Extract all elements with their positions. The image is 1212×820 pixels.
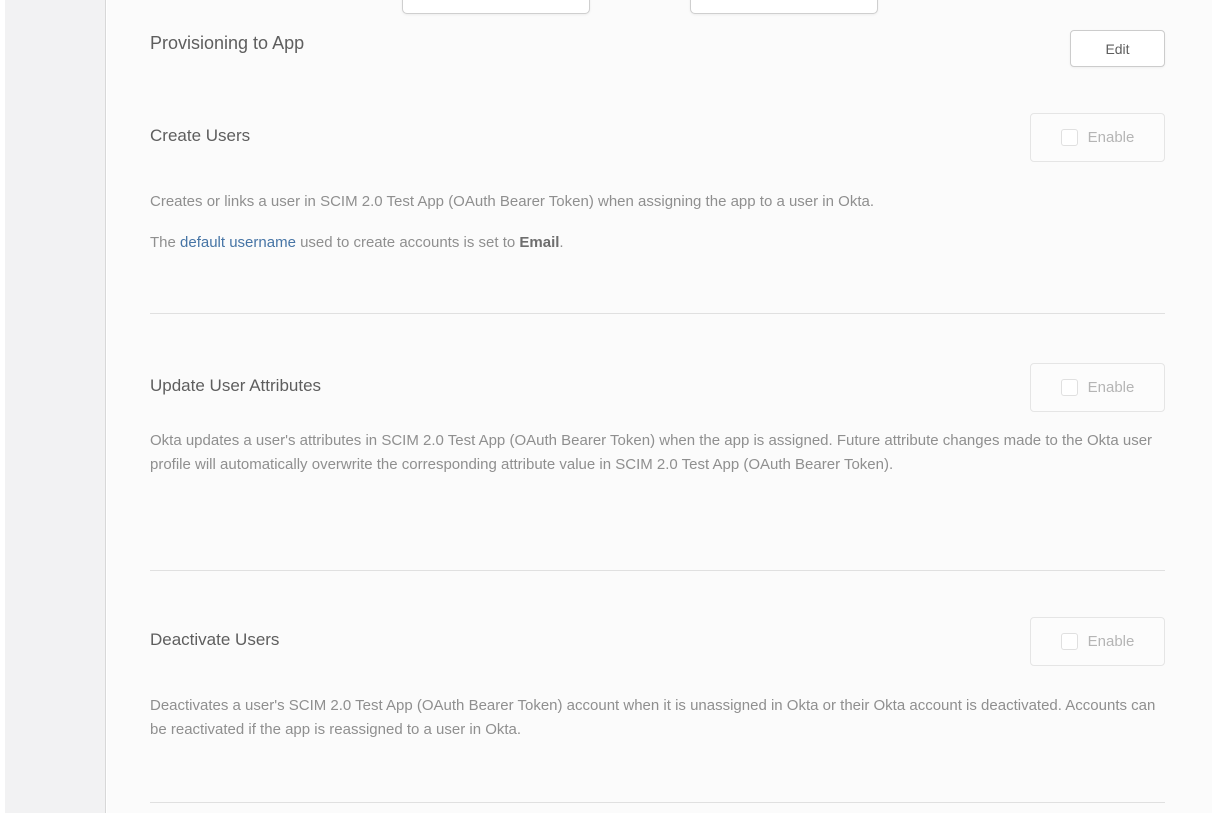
update-user-attributes-description: Okta updates a user's attributes in SCIM…	[150, 429, 1165, 477]
provisioning-panel: Provisioning to App Edit Create Users En…	[107, 0, 1212, 813]
cutoff-field-right[interactable]	[690, 0, 878, 14]
note-middle: used to create accounts is set to	[296, 234, 519, 251]
enable-toggle-update-user-attributes[interactable]: Enable	[1030, 363, 1165, 412]
enable-checkbox[interactable]	[1061, 129, 1078, 146]
default-username-link[interactable]: default username	[180, 234, 296, 251]
note-suffix: .	[559, 234, 563, 251]
enable-label: Enable	[1088, 633, 1135, 650]
section-title-create-users: Create Users	[150, 126, 250, 146]
default-username-note: The default username used to create acco…	[150, 231, 1165, 255]
deactivate-users-description: Deactivates a user's SCIM 2.0 Test App (…	[150, 694, 1165, 742]
create-users-description: Creates or links a user in SCIM 2.0 Test…	[150, 190, 1165, 214]
description-text: Okta updates a user's attributes in SCIM…	[150, 432, 1152, 473]
enable-label: Enable	[1088, 129, 1135, 146]
description-text: Creates or links a user in SCIM 2.0 Test…	[150, 193, 874, 210]
cutoff-field-left[interactable]	[402, 0, 590, 14]
enable-toggle-create-users[interactable]: Enable	[1030, 113, 1165, 162]
enable-label: Enable	[1088, 379, 1135, 396]
page-title: Provisioning to App	[150, 33, 304, 54]
divider	[150, 313, 1165, 314]
enable-toggle-deactivate-users[interactable]: Enable	[1030, 617, 1165, 666]
left-sidebar	[5, 0, 106, 813]
enable-checkbox[interactable]	[1061, 633, 1078, 650]
description-text: Deactivates a user's SCIM 2.0 Test App (…	[150, 697, 1155, 738]
edit-button[interactable]: Edit	[1070, 30, 1165, 67]
note-prefix: The	[150, 234, 180, 251]
enable-checkbox[interactable]	[1061, 379, 1078, 396]
note-emphasis: Email	[519, 234, 559, 251]
divider	[150, 802, 1165, 803]
divider	[150, 570, 1165, 571]
section-title-update-user-attributes: Update User Attributes	[150, 376, 321, 396]
section-title-deactivate-users: Deactivate Users	[150, 630, 279, 650]
